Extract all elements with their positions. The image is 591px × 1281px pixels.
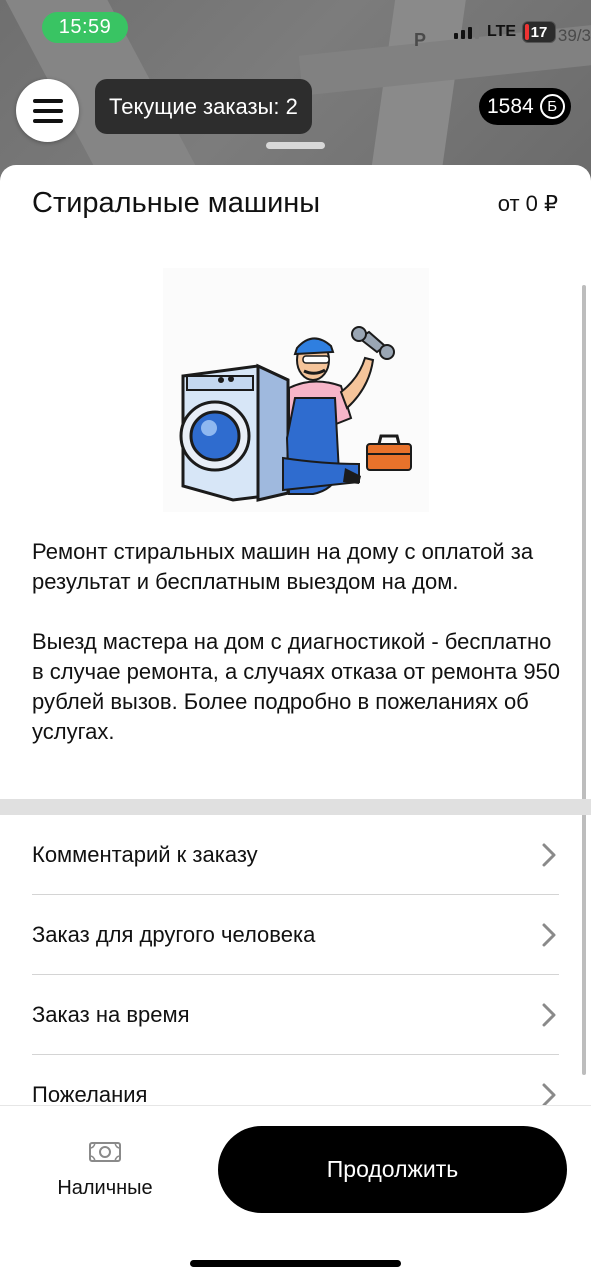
chevron-right-icon	[542, 923, 556, 946]
map-street-letter: P	[414, 30, 427, 50]
menu-button[interactable]	[16, 79, 79, 142]
section-divider	[0, 799, 591, 815]
sheet-drag-handle[interactable]	[266, 142, 325, 149]
balance-badge[interactable]: 1584 Б	[479, 88, 571, 125]
battery-level: 17	[530, 23, 548, 41]
chevron-right-icon	[542, 843, 556, 866]
payment-method-button[interactable]: Наличные	[40, 1140, 170, 1200]
cash-icon	[89, 1142, 121, 1162]
chevron-right-icon	[542, 1003, 556, 1026]
option-label: Пожелания	[32, 1081, 148, 1107]
scrollbar[interactable]	[582, 285, 586, 1075]
payment-method-label: Наличные	[57, 1177, 153, 1199]
description-paragraph: Ремонт стиральных машин на дому с оплато…	[32, 539, 534, 594]
signal-icon	[454, 24, 479, 39]
battery-icon: 17	[522, 21, 556, 43]
bonus-icon: Б	[539, 94, 565, 119]
current-orders-label: Текущие заказы: 2	[109, 93, 298, 119]
map-house-number: 39/3	[557, 26, 591, 45]
service-description: Ремонт стиральных машин на дому с оплато…	[32, 537, 562, 747]
network-type: LTE	[487, 23, 517, 40]
hamburger-icon	[32, 98, 63, 123]
current-orders-button[interactable]: Текущие заказы: 2	[95, 79, 312, 134]
service-title: Стиральные машины	[32, 187, 321, 219]
description-paragraph: Выезд мастера на дом с диагностикой - бе…	[32, 629, 561, 744]
washing-machine-icon	[179, 363, 290, 502]
home-indicator[interactable]	[190, 1260, 401, 1267]
option-label: Заказ на время	[32, 1001, 190, 1027]
status-time: 15:59	[42, 12, 128, 43]
option-scheduled-order[interactable]: Заказ на время	[32, 975, 559, 1055]
option-label: Заказ для другого человека	[32, 921, 316, 947]
bottom-action-bar: Наличные Продолжить	[0, 1105, 591, 1281]
option-order-comment[interactable]: Комментарий к заказу	[32, 815, 559, 895]
toolbox-icon	[366, 434, 412, 471]
chevron-right-icon	[542, 1083, 556, 1106]
option-label: Комментарий к заказу	[32, 841, 258, 867]
option-order-for-other[interactable]: Заказ для другого человека	[32, 895, 559, 975]
balance-value: 1584	[487, 94, 534, 118]
continue-button[interactable]: Продолжить	[218, 1126, 567, 1213]
repairman-illustration	[163, 268, 429, 512]
service-price: от 0 ₽	[497, 191, 558, 216]
